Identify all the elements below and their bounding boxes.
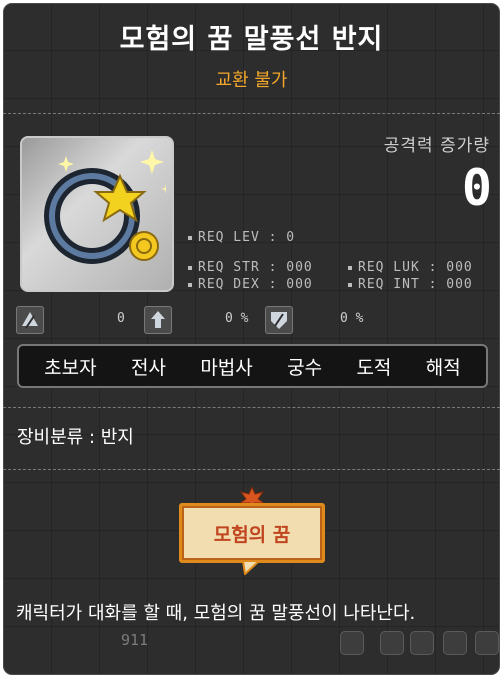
gear-icon — [443, 631, 467, 655]
job-bowman: 궁수 — [287, 356, 323, 379]
job-thief: 도적 — [356, 356, 392, 379]
item-name: 모험의 꿈 말풍선 반지 — [119, 24, 384, 55]
divider — [3, 469, 500, 470]
shield-icon — [265, 306, 293, 334]
req-str: REQ STR : 000 — [188, 260, 313, 275]
star-force-icon — [16, 306, 44, 334]
job-warrior: 전사 — [130, 356, 166, 379]
chat-balloon-label: 모험의 꿈 — [179, 503, 325, 563]
menu-icon — [340, 631, 364, 655]
divider — [3, 407, 500, 408]
req-int: REQ INT : 000 — [348, 277, 473, 292]
item-tooltip: 모험의 꿈 말풍선 반지 교환 불가 공격력 증가량 0 REQ LEV : 0… — [3, 3, 500, 675]
item-icon-frame — [20, 136, 174, 292]
chat-balloon-preview: 모험의 꿈 — [179, 487, 329, 587]
req-lev: REQ LEV : 0 — [188, 230, 295, 245]
background-number: 911 — [121, 631, 149, 649]
menu-icon — [380, 631, 404, 655]
job-class-bar: 초보자 전사 마법사 궁수 도적 해적 — [17, 344, 488, 388]
ring-icon — [44, 150, 166, 264]
menu-icon — [475, 631, 499, 655]
stat-value-3: 0 % — [340, 311, 364, 326]
job-pirate: 해적 — [425, 356, 461, 379]
req-luk: REQ LUK : 000 — [348, 260, 473, 275]
attack-increase-value: 0 — [461, 159, 492, 217]
item-description: 캐릭터가 대화를 할 때, 모험의 꿈 말풍선이 나타난다. — [16, 603, 416, 624]
attack-increase-label: 공격력 증가량 — [383, 136, 490, 156]
trade-status: 교환 불가 — [215, 70, 288, 91]
job-beginner: 초보자 — [44, 356, 97, 379]
req-dex: REQ DEX : 000 — [188, 277, 313, 292]
search-icon — [410, 631, 434, 655]
stat-value-2: 0 % — [225, 311, 249, 326]
stat-value-1: 0 — [117, 311, 125, 326]
upgrade-icon — [144, 306, 172, 334]
job-magician: 마법사 — [200, 356, 253, 379]
equipment-category: 장비분류 : 반지 — [17, 427, 134, 448]
divider — [3, 113, 500, 114]
balloon-tail-icon — [241, 561, 261, 575]
